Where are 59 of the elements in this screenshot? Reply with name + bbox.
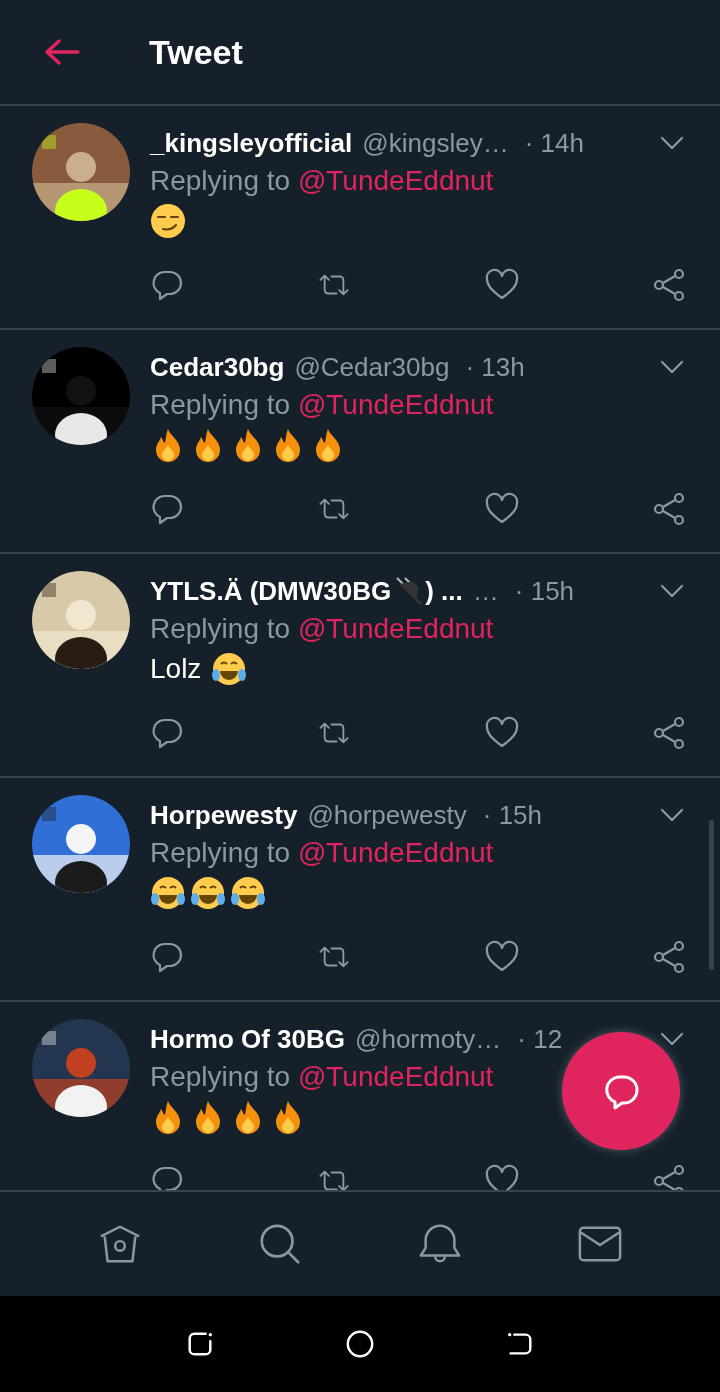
back-arrow-icon[interactable] [44,38,80,66]
tweet-time: · 12 [517,1023,563,1055]
user-handle: @hormoty… [355,1023,502,1055]
user-handle: @Cedar30bg [294,351,450,383]
share-icon[interactable] [652,268,686,302]
user-name: Hormo Of 30BG [150,1023,346,1055]
user-handle: … [472,575,499,607]
tweet-time: · 13h [465,351,525,383]
share-icon[interactable] [652,492,686,526]
reply-icon[interactable] [150,268,184,302]
laughing-crying-emoji-icon [211,651,248,687]
share-icon[interactable] [652,940,686,974]
chevron-down-icon[interactable] [660,1032,684,1046]
compose-reply-button[interactable] [562,1032,680,1150]
scroll-bar[interactable] [709,820,714,970]
mention-link[interactable]: @TundeEddnut [297,165,494,196]
reply-icon[interactable] [150,492,184,526]
replying-to-text: Replying to @TundeEddnut [150,165,494,197]
replying-to-text: Replying to @TundeEddnut [150,1061,494,1093]
replying-to-text: Replying to @TundeEddnut [150,389,494,421]
mention-link[interactable]: @TundeEddnut [297,389,494,420]
like-icon[interactable] [484,940,519,974]
chevron-down-icon[interactable] [660,136,684,150]
tweet-time: · 15h [482,799,542,831]
like-icon[interactable] [484,716,519,750]
mention-link[interactable]: @TundeEddnut [297,1061,494,1092]
page-title: Tweet [149,32,243,72]
home-circle-icon[interactable] [345,1329,375,1359]
tweet-text: Lolz [150,653,202,685]
share-icon[interactable] [652,1164,686,1190]
mention-link[interactable]: @TundeEddnut [297,837,494,868]
replying-to-text: Replying to @TundeEddnut [150,837,494,869]
user-name: Horpewesty [150,799,298,831]
reply-icon[interactable] [150,940,184,974]
laughing-crying-emoji-icon [150,875,186,911]
reply-icon[interactable] [150,716,184,750]
mention-link[interactable]: @TundeEddnut [297,613,494,644]
smirk-emoji-icon [150,203,186,239]
replying-to-text: Replying to @TundeEddnut [150,613,494,645]
laughing-crying-emoji-icon [230,875,266,911]
user-name: Cedar30bg [150,351,285,383]
plug-icon [393,576,424,606]
user-handle: @horpewesty [307,799,467,831]
chevron-down-icon[interactable] [660,584,684,598]
chevron-down-icon[interactable] [660,808,684,822]
chevron-down-icon[interactable] [660,360,684,374]
user-name: ) ... [425,575,463,607]
like-icon[interactable] [484,268,519,302]
recent-apps-icon[interactable] [185,1329,215,1359]
tweet-time: · 14h [524,127,584,159]
like-icon[interactable] [484,492,519,526]
reply-icon[interactable] [150,1164,184,1190]
like-icon[interactable] [484,1164,519,1190]
user-name: _kingsleyofficial [150,127,353,159]
user-handle: @kingsley… [362,127,509,159]
user-name: YTLS.Ä (DMW30BG [150,575,392,607]
tweet-time: · 15h [514,575,575,607]
share-icon[interactable] [652,716,686,750]
laughing-crying-emoji-icon [190,875,226,911]
